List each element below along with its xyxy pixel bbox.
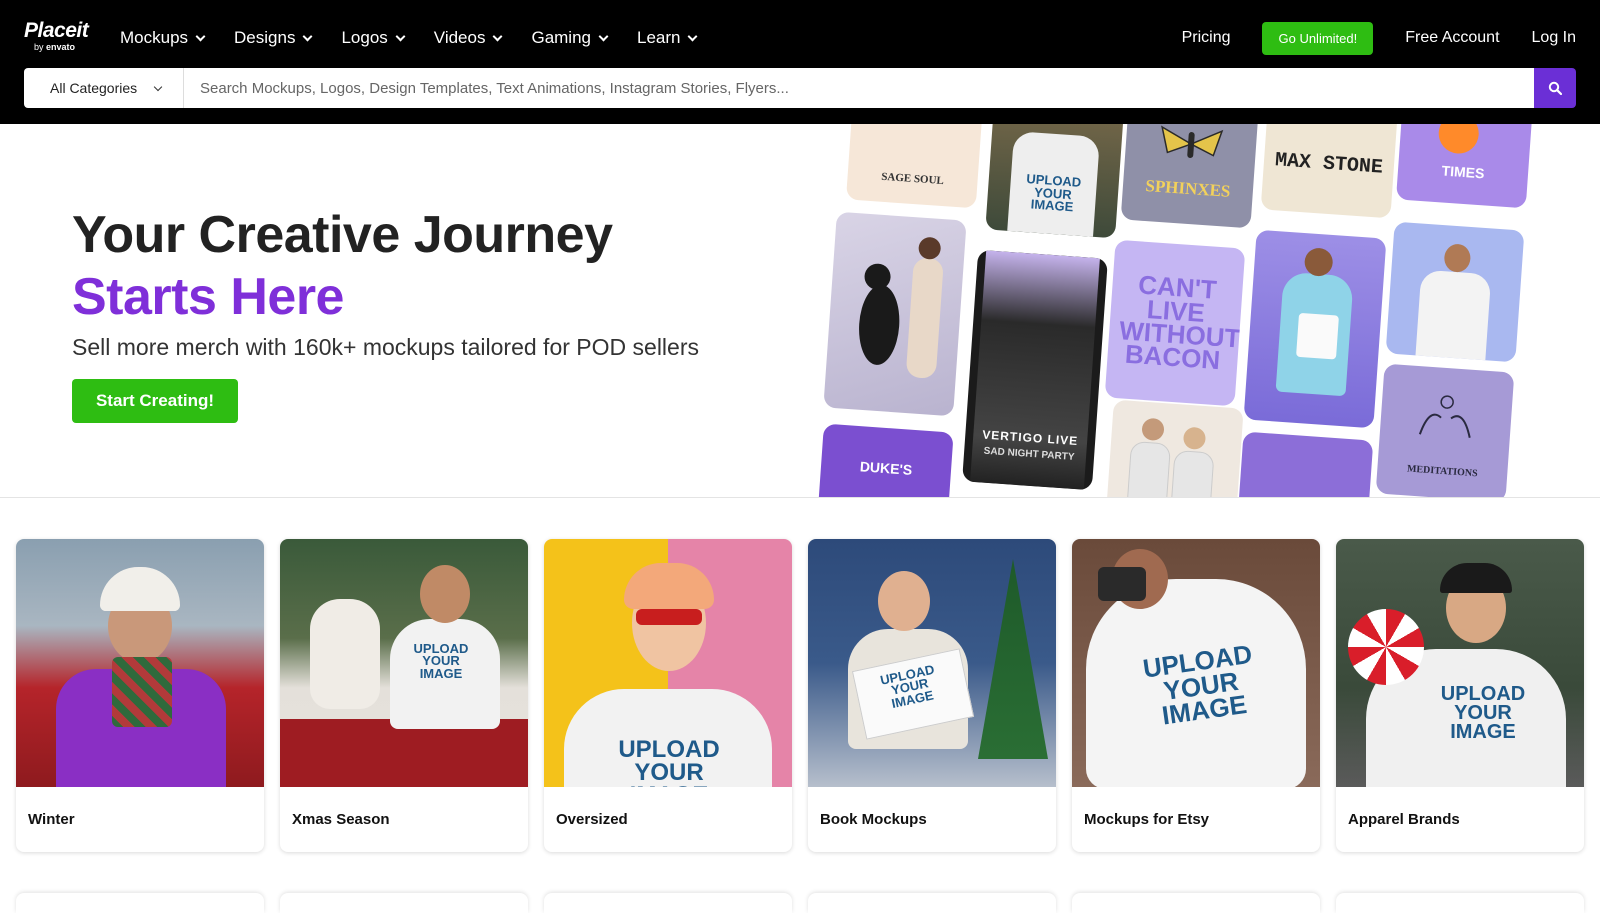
collage-tile-sage-soul[interactable]: SAGE SOUL [845, 124, 985, 209]
pricing-link[interactable]: Pricing [1182, 29, 1231, 47]
hero-section: Your Creative Journey Starts Here Sell m… [0, 124, 1600, 498]
card-peek [544, 893, 792, 913]
nav-designs[interactable]: Designs [234, 26, 313, 50]
category-card-label: Apparel Brands [1348, 811, 1460, 828]
collage-tile-vertigo[interactable]: VERTIGO LIVE SAD NIGHT PARTY [962, 249, 1108, 491]
collage-tile-times[interactable]: TIMES [1395, 124, 1535, 209]
oversized-upload-text: UPLOAD YOUR IMAGE [618, 736, 720, 787]
category-card-book-mockups[interactable]: UPLOAD YOUR IMAGE Book Mockups [808, 539, 1056, 852]
nav-learn-label: Learn [637, 28, 681, 47]
collage-tile-mug[interactable] [1243, 229, 1387, 429]
etsy-card-image: UPLOAD YOUR IMAGE [1072, 539, 1320, 787]
start-creating-button[interactable]: Start Creating! [72, 379, 238, 423]
nav-mockups[interactable]: Mockups [120, 26, 206, 50]
card-peek [280, 893, 528, 913]
search-button[interactable] [1534, 68, 1576, 108]
chevron-down-icon [688, 31, 698, 41]
collage-tile-max-stone[interactable]: MAX STONE [1260, 124, 1400, 219]
winter-card-image [16, 539, 264, 787]
nav-logos[interactable]: Logos [341, 26, 406, 50]
category-card-mockups-for-etsy[interactable]: UPLOAD YOUR IMAGE Mockups for Etsy [1072, 539, 1320, 852]
chevron-down-icon [395, 31, 406, 41]
apparel-card-image: UPLOAD YOUR IMAGE [1336, 539, 1584, 787]
nav-gaming[interactable]: Gaming [531, 26, 609, 50]
apparel-upload-text: UPLOAD YOUR IMAGE [1440, 683, 1526, 743]
hero-collage: SAGE SOUL DUKE'S UPLOAD YOUR IMAGE VERTI… [816, 124, 1600, 497]
chevron-down-icon [598, 31, 609, 41]
collage-tile-bacon[interactable]: CAN'T LIVE WITHOUT BACON [1104, 239, 1246, 407]
go-unlimited-button[interactable]: Go Unlimited! [1262, 21, 1374, 55]
xmas-card-image: UPLOAD YOUR IMAGE [280, 539, 528, 787]
chevron-down-icon [303, 31, 313, 41]
chevron-down-icon [153, 82, 163, 91]
collage-tile-meditations[interactable]: MEDITATIONS [1375, 363, 1515, 497]
category-card-label: Book Mockups [820, 811, 927, 828]
free-account-link[interactable]: Free Account [1405, 29, 1499, 47]
chevron-down-icon [493, 31, 503, 41]
search-bar: All Categories [24, 68, 1576, 108]
nav-videos[interactable]: Videos [433, 26, 503, 50]
header-actions: Pricing Go Unlimited! Free Account Log I… [1182, 21, 1600, 55]
category-select-value: All Categories [50, 80, 138, 96]
collage-dukes-text: DUKE'S [859, 458, 913, 478]
oversized-card-image: UPLOAD YOUR IMAGE [544, 539, 792, 787]
collage-tile-tshirt-woman[interactable]: UPLOAD YOUR IMAGE [985, 124, 1125, 239]
category-card-label: Oversized [556, 811, 628, 828]
nav-learn[interactable]: Learn [637, 26, 698, 50]
main-nav: Mockups Designs Logos Videos Gaming Lear… [120, 26, 726, 50]
collage-tile-circle-badge[interactable] [1236, 431, 1374, 497]
category-card-label: Winter [28, 811, 75, 828]
next-row-cards-peek [16, 893, 1584, 913]
chevron-down-icon [195, 31, 206, 41]
category-card-label: Mockups for Etsy [1084, 811, 1210, 828]
collage-sphinxes-text: SPHINXES [1144, 175, 1232, 201]
search-input[interactable] [184, 68, 1534, 108]
collage-tile-dog[interactable] [823, 211, 967, 417]
collage-sage-text: SAGE SOUL [880, 170, 945, 188]
nav-logos-label: Logos [341, 28, 388, 47]
collage-tile-sphinxes[interactable]: SPHINXES [1120, 124, 1260, 229]
hero-text: Your Creative Journey Starts Here Sell m… [72, 204, 699, 423]
collage-meditations-text: MEDITATIONS [1406, 462, 1479, 479]
placeit-logo[interactable]: Placeit by envato [24, 19, 89, 52]
category-card-apparel-brands[interactable]: UPLOAD YOUR IMAGE Apparel Brands [1336, 539, 1584, 852]
top-header: Placeit by envato Mockups Designs Logos … [0, 0, 1600, 124]
category-card-oversized[interactable]: UPLOAD YOUR IMAGE Oversized [544, 539, 792, 852]
category-card-label: Xmas Season [292, 811, 390, 828]
collage-tile-man-card[interactable] [1385, 221, 1525, 363]
nav-designs-label: Designs [234, 28, 296, 47]
moth-icon [1161, 125, 1224, 159]
search-icon [1548, 81, 1562, 95]
card-peek [808, 893, 1056, 913]
card-peek [1336, 893, 1584, 913]
logo-by: by [34, 42, 44, 52]
collage-tile-couple-hoodies[interactable] [1106, 399, 1244, 497]
logo-wordmark: Placeit [24, 19, 89, 42]
xmas-upload-text: UPLOAD YOUR IMAGE [413, 641, 469, 681]
nav-mockups-label: Mockups [120, 28, 189, 47]
category-select[interactable]: All Categories [24, 68, 184, 108]
dog-photo-illustration [859, 237, 943, 379]
category-card-xmas-season[interactable]: UPLOAD YOUR IMAGE Xmas Season [280, 539, 528, 852]
collage-bacon-text: CAN'T LIVE WITHOUT BACON [1118, 269, 1242, 376]
book-card-image: UPLOAD YOUR IMAGE [808, 539, 1056, 787]
hero-subtitle: Sell more merch with 160k+ mockups tailo… [72, 334, 699, 360]
hero-title: Your Creative Journey [72, 206, 613, 264]
nav-gaming-label: Gaming [531, 28, 591, 47]
hero-title-accent: Starts Here [72, 268, 344, 326]
card-peek [1072, 893, 1320, 913]
collage-tile-dukes[interactable]: DUKE'S [816, 423, 954, 497]
collage-upload-text: UPLOAD YOUR IMAGE [1025, 171, 1082, 215]
logo-envato: envato [46, 42, 76, 52]
hands-icon [1418, 395, 1471, 438]
logo-byline: by envato [24, 43, 88, 52]
collage-times-text: TIMES [1441, 162, 1485, 182]
category-card-winter[interactable]: Winter [16, 539, 264, 852]
collage-max-stone-text: MAX STONE [1274, 148, 1384, 180]
category-cards: Winter UPLOAD YOUR IMAGE Xmas Season UPL… [16, 539, 1584, 852]
nav-videos-label: Videos [433, 28, 486, 47]
login-link[interactable]: Log In [1532, 29, 1576, 47]
card-peek [16, 893, 264, 913]
